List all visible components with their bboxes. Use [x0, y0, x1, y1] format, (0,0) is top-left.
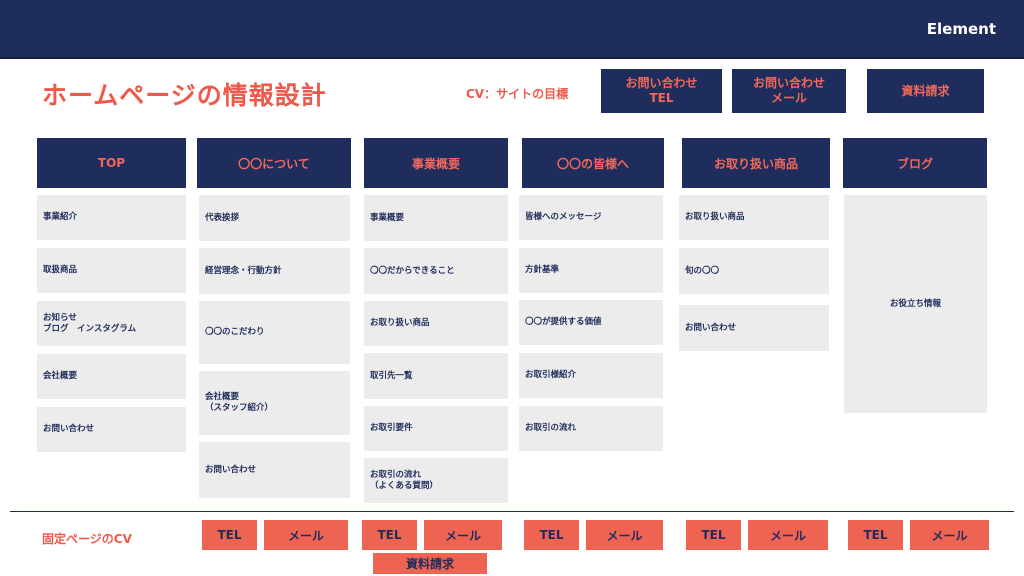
tel-button: TEL [202, 520, 257, 550]
fixed-page-cv-label: 固定ページのCV [42, 532, 132, 546]
page-item: お知らせ ブログ インスタグラム [37, 301, 186, 346]
page-item: お問い合わせ [37, 407, 186, 452]
page-item: お役立ち情報 [844, 195, 987, 413]
page-item: お取引の流れ （よくある質問） [364, 458, 508, 503]
page-item: 事業紹介 [37, 195, 186, 240]
mail-button: メール [586, 520, 663, 550]
page-item: 〇〇のこだわり [199, 301, 350, 364]
page-item: 代表挨拶 [199, 195, 350, 241]
column-header-customers: 〇〇の皆様へ [522, 138, 664, 188]
mail-button: メール [910, 520, 989, 550]
page-title: ホームページの情報設計 [42, 81, 327, 110]
page-item: 経営理念・行動方針 [199, 248, 350, 294]
page-item: 皆様へのメッセージ [519, 195, 663, 240]
page-item: 会社概要 （スタッフ紹介） [199, 371, 350, 435]
page-item: お問い合わせ [679, 305, 829, 351]
document-request-button: 資料請求 [373, 553, 487, 574]
page-item: 旬の〇〇 [679, 248, 829, 294]
column-header-blog: ブログ [843, 138, 987, 188]
page-item: お取引要件 [364, 406, 508, 451]
page-item: 〇〇が提供する価値 [519, 300, 663, 345]
page-item: お取引様紹介 [519, 353, 663, 398]
column-header-top: TOP [37, 138, 186, 188]
cv-contact-tel: お問い合わせ TEL [601, 69, 722, 113]
tel-button: TEL [848, 520, 903, 550]
top-bar: Element [0, 0, 1024, 59]
page-item: 取扱商品 [37, 248, 186, 293]
section-divider [10, 511, 1014, 512]
page-item: 取引先一覧 [364, 353, 508, 399]
column-header-business: 事業概要 [364, 138, 508, 188]
page-item: お取り扱い商品 [364, 301, 508, 346]
brand-name: Element [926, 20, 996, 38]
mail-button: メール [424, 520, 502, 550]
column-header-about: 〇〇について [197, 138, 351, 188]
page-item: お問い合わせ [199, 442, 350, 498]
tel-button: TEL [686, 520, 741, 550]
tel-button: TEL [524, 520, 579, 550]
mail-button: メール [748, 520, 828, 550]
page-item: お取り扱い商品 [679, 195, 829, 240]
page-item: 方針基準 [519, 248, 663, 293]
cv-contact-mail: お問い合わせ メール [732, 69, 846, 113]
page-item: 事業概要 [364, 195, 508, 241]
page-item: 会社概要 [37, 354, 186, 399]
mail-button: メール [264, 520, 348, 550]
page-item: お取引の流れ [519, 406, 663, 451]
tel-button: TEL [362, 520, 417, 550]
cv-document-request: 資料請求 [867, 69, 984, 113]
page-item: 〇〇だからできること [364, 248, 508, 294]
column-header-products: お取り扱い商品 [682, 138, 830, 188]
cv-goal-label: CV：サイトの目標 [466, 87, 569, 101]
